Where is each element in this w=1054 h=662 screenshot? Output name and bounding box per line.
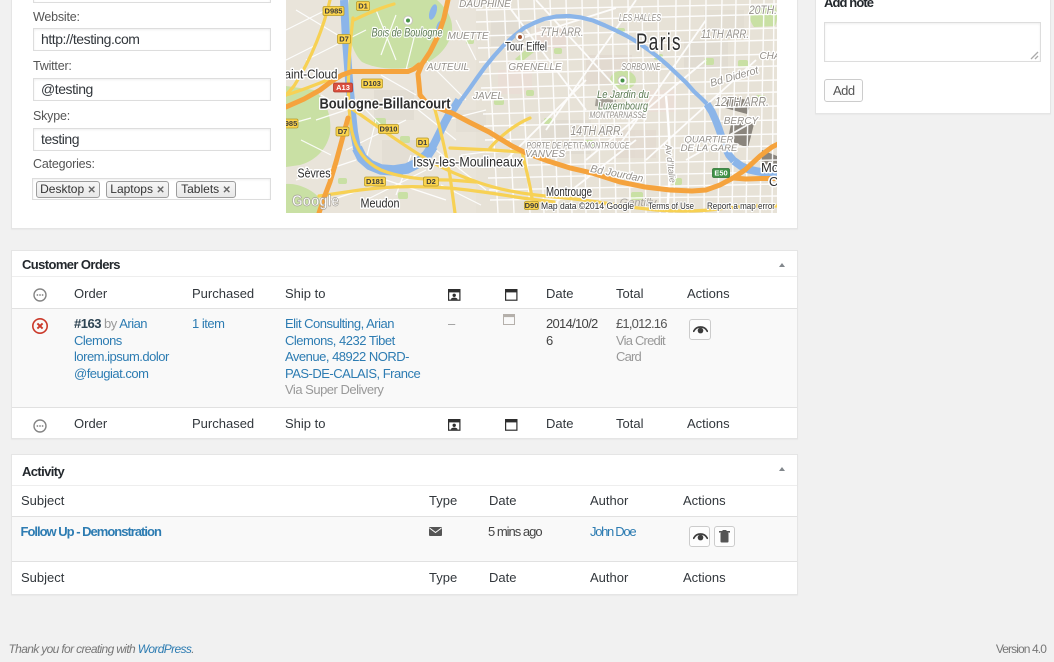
svg-text:GRENELLE: GRENELLE <box>508 62 562 73</box>
svg-text:aint-Cloud: aint-Cloud <box>286 67 338 82</box>
svg-text:AUTEUIL: AUTEUIL <box>426 62 469 73</box>
svg-text:Bois de Boulogne: Bois de Boulogne <box>372 26 443 40</box>
svg-text:D1: D1 <box>418 138 428 147</box>
svg-text:Sèvres: Sèvres <box>298 166 331 181</box>
svg-text:DE LA GARE: DE LA GARE <box>681 143 738 154</box>
svg-text:11TH ARR.: 11TH ARR. <box>701 27 749 41</box>
svg-text:12TH ARR.: 12TH ARR. <box>715 94 769 109</box>
svg-text:D7: D7 <box>338 127 348 136</box>
svg-text:VANVES: VANVES <box>525 149 565 160</box>
svg-text:LES HALLES: LES HALLES <box>619 13 661 24</box>
svg-text:Issy-les-Moulineaux: Issy-les-Moulineaux <box>413 154 523 170</box>
svg-text:Meudon: Meudon <box>361 196 400 211</box>
svg-text:Tour Eiffel: Tour Eiffel <box>505 42 547 54</box>
svg-text:D181: D181 <box>366 177 384 186</box>
svg-text:D90: D90 <box>525 201 539 210</box>
svg-text:Mo: Mo <box>761 160 777 175</box>
svg-text:CHA: CHA <box>759 51 777 62</box>
svg-text:Luxembourg: Luxembourg <box>598 101 649 113</box>
svg-text:Boulogne-Billancourt: Boulogne-Billancourt <box>320 97 451 113</box>
svg-text:Terms of Use: Terms of Use <box>648 201 694 212</box>
svg-text:D7: D7 <box>339 35 349 44</box>
svg-text:Paris: Paris <box>636 29 682 56</box>
svg-text:DAUPHINE: DAUPHINE <box>459 0 511 10</box>
svg-text:14TH ARR.: 14TH ARR. <box>571 123 624 138</box>
svg-text:Map data ©2014 Google: Map data ©2014 Google <box>541 201 634 212</box>
svg-text:BERCY: BERCY <box>724 116 760 127</box>
svg-text:Le Jardin du: Le Jardin du <box>597 89 649 101</box>
svg-text:Report a map error: Report a map error <box>707 201 775 212</box>
svg-text:7TH ARR.: 7TH ARR. <box>541 25 584 39</box>
svg-text:JAVEL: JAVEL <box>472 91 503 102</box>
svg-text:D910: D910 <box>380 125 398 134</box>
svg-text:Cl: Cl <box>769 174 777 189</box>
svg-text:A13: A13 <box>336 83 350 92</box>
svg-text:Montrouge: Montrouge <box>546 184 592 199</box>
svg-text:E50: E50 <box>714 169 727 178</box>
svg-text:D985: D985 <box>325 7 343 16</box>
svg-text:D103: D103 <box>363 79 381 88</box>
svg-text:D1: D1 <box>358 2 368 11</box>
svg-text:MUETTE: MUETTE <box>447 31 488 42</box>
svg-text:Google: Google <box>292 193 339 210</box>
svg-text:985: 985 <box>286 119 297 128</box>
svg-text:D2: D2 <box>426 177 436 186</box>
svg-text:20TH.: 20TH. <box>748 3 777 17</box>
svg-text:SORBONNE: SORBONNE <box>622 62 661 73</box>
